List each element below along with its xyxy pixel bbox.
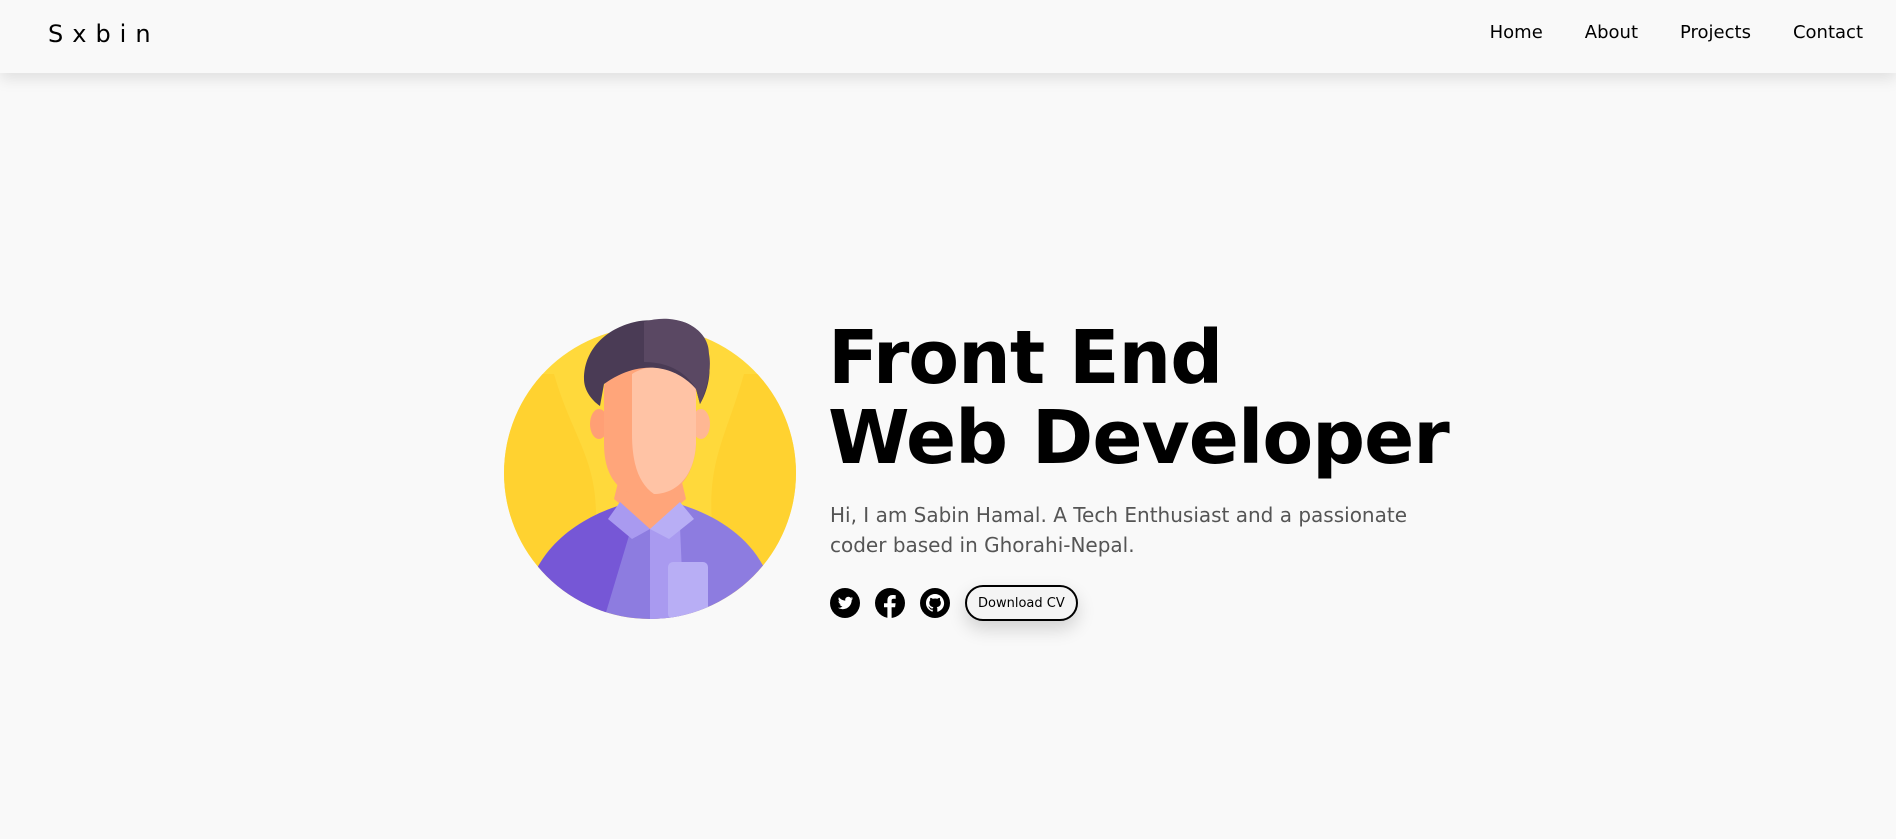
nav-link-projects[interactable]: Projects (1680, 22, 1751, 43)
nav-link-home[interactable]: Home (1490, 22, 1543, 43)
hero-description: Hi, I am Sabin Hamal. A Tech Enthusiast … (830, 503, 1408, 557)
hero-title: Front End Web Developer (828, 315, 1450, 481)
nav-link-about[interactable]: About (1585, 22, 1638, 43)
social-links: Download CV (830, 585, 1078, 621)
navbar: Sxbin Home About Projects Contact (0, 0, 1896, 73)
site-logo[interactable]: Sxbin (48, 20, 160, 48)
nav-link-contact[interactable]: Contact (1793, 22, 1863, 43)
hero-title-line1: Front End (828, 315, 1223, 401)
github-icon[interactable] (920, 588, 950, 618)
twitter-icon[interactable] (830, 588, 860, 618)
facebook-icon[interactable] (875, 588, 905, 618)
hero-title-line2: Web Developer (828, 395, 1450, 481)
avatar-illustration (504, 314, 796, 619)
nav-links: Home About Projects Contact (1490, 22, 1863, 43)
download-cv-button[interactable]: Download CV (965, 585, 1078, 621)
